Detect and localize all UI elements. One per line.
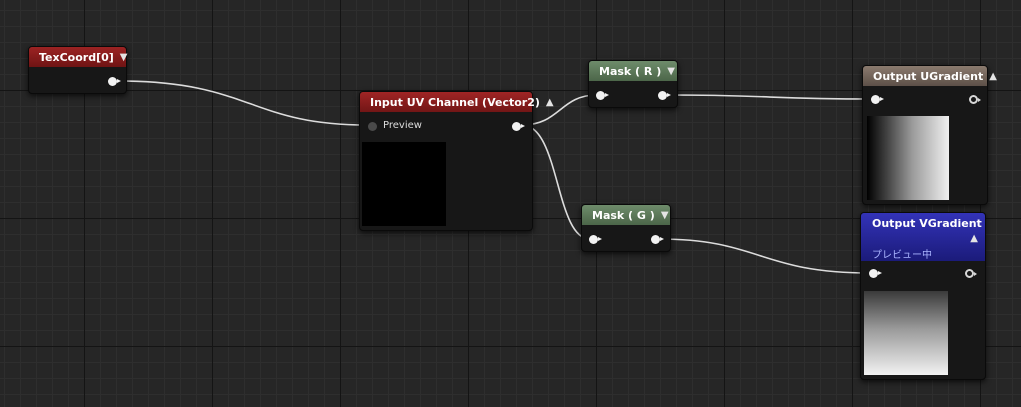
mask-g-output-pin[interactable]	[651, 235, 664, 244]
input-uv-output-pin[interactable]	[512, 122, 525, 131]
output-v-output-pin[interactable]	[965, 269, 977, 278]
output-u-input-pin[interactable]	[871, 95, 884, 104]
node-texcoord-title: TexCoord[0]	[39, 50, 114, 64]
node-output-v-status: プレビュー中	[872, 250, 932, 261]
input-uv-pin-label: Preview	[383, 120, 422, 131]
node-mask-g[interactable]: Mask ( G ) ▼	[581, 204, 671, 252]
wire-texcoord-to-input	[118, 80, 368, 126]
collapse-down-icon[interactable]: ▼	[120, 52, 128, 63]
node-mask-g-header[interactable]: Mask ( G ) ▼	[582, 205, 670, 225]
collapse-down-icon[interactable]: ▼	[661, 210, 669, 221]
input-uv-preview-pin[interactable]	[368, 122, 377, 131]
collapse-down-icon[interactable]: ▼	[667, 66, 675, 77]
texcoord-output-pin[interactable]	[108, 77, 121, 86]
node-mask-r[interactable]: Mask ( R ) ▼	[588, 60, 678, 108]
node-output-u-header[interactable]: Output UGradient ▲	[863, 66, 997, 86]
output-v-preview-image	[864, 291, 948, 375]
node-input-uv-channel[interactable]: Input UV Channel (Vector2) ▲ Preview	[359, 91, 554, 231]
wire-mask-g-to-output-v	[658, 238, 871, 274]
collapse-up-icon[interactable]: ▲	[970, 233, 978, 244]
collapse-up-icon[interactable]: ▲	[989, 71, 997, 82]
node-mask-r-header[interactable]: Mask ( R ) ▼	[589, 61, 677, 81]
mask-g-input-pin[interactable]	[589, 235, 602, 244]
node-texcoord-header[interactable]: TexCoord[0] ▼	[29, 47, 128, 67]
input-uv-preview-image	[362, 142, 446, 226]
node-output-ugradient[interactable]: Output UGradient ▲	[862, 65, 997, 205]
node-input-uv-title: Input UV Channel (Vector2)	[370, 95, 540, 109]
output-u-preview-image	[867, 116, 949, 200]
output-v-input-pin[interactable]	[869, 269, 882, 278]
node-input-uv-header[interactable]: Input UV Channel (Vector2) ▲	[360, 92, 554, 112]
node-mask-r-title: Mask ( R )	[599, 64, 662, 78]
output-u-output-pin[interactable]	[969, 95, 981, 104]
node-mask-g-title: Mask ( G )	[592, 208, 655, 222]
mask-r-input-pin[interactable]	[596, 91, 609, 100]
mask-r-output-pin[interactable]	[658, 91, 671, 100]
node-output-u-title: Output UGradient	[873, 69, 984, 83]
node-texcoord[interactable]: TexCoord[0] ▼	[28, 46, 128, 94]
node-output-vgradient[interactable]: Output VGradient ▲ プレビュー中	[860, 212, 986, 380]
wire-mask-r-to-output-u	[665, 94, 873, 100]
node-output-v-title: Output VGradient	[872, 217, 982, 230]
node-output-v-header[interactable]: Output VGradient ▲ プレビュー中	[861, 213, 985, 261]
collapse-up-icon[interactable]: ▲	[546, 97, 554, 108]
